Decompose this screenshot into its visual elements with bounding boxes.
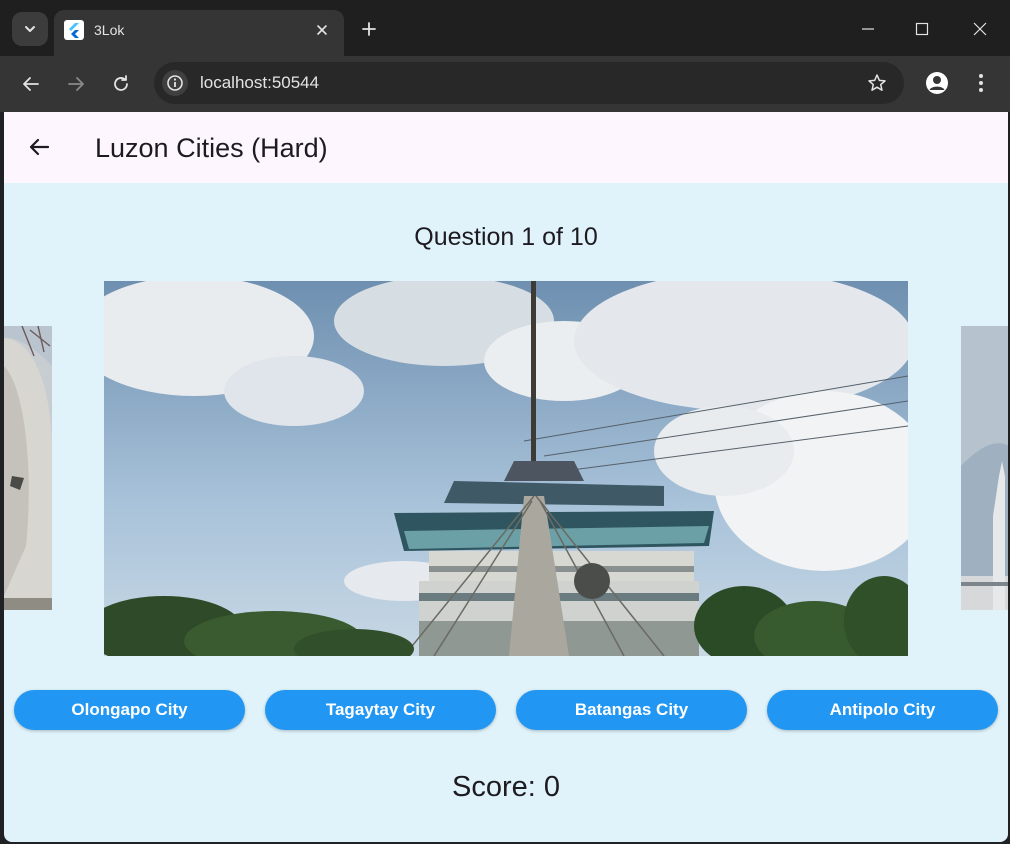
plus-icon: [362, 22, 376, 36]
browser-menu-button[interactable]: [966, 67, 996, 99]
question-image: [104, 281, 908, 656]
minimize-button[interactable]: [851, 12, 885, 46]
account-icon: [926, 72, 948, 94]
tab-title: 3Lok: [94, 22, 125, 38]
answer-button-tagaytay-city[interactable]: Tagaytay City: [265, 690, 496, 730]
url-text: localhost:50544: [200, 73, 320, 92]
close-icon: [973, 22, 987, 36]
bookmark-button[interactable]: [866, 72, 888, 94]
arrow-left-icon: [23, 77, 39, 91]
more-vert-icon: [979, 74, 983, 92]
arrow-right-icon: [68, 77, 84, 91]
site-info-button[interactable]: [162, 70, 188, 96]
page-title: Luzon Cities (Hard): [95, 133, 328, 163]
chevron-down-icon: [25, 26, 35, 32]
profile-button[interactable]: [921, 67, 953, 99]
answer-button-antipolo-city[interactable]: Antipolo City: [767, 690, 998, 730]
app-bar: Luzon Cities (Hard): [4, 112, 1008, 183]
reload-button[interactable]: [104, 67, 138, 101]
info-icon: [167, 75, 183, 91]
answer-button-batangas-city[interactable]: Batangas City: [516, 690, 747, 730]
minimize-icon: [862, 28, 874, 30]
carousel-previous-image[interactable]: [4, 326, 52, 610]
answer-button-olongapo-city[interactable]: Olongapo City: [14, 690, 245, 730]
forward-button[interactable]: [59, 67, 93, 101]
app-back-button[interactable]: [22, 130, 56, 164]
question-counter: Question 1 of 10: [414, 223, 598, 251]
new-tab-button[interactable]: [354, 14, 384, 44]
browser-toolbar: localhost:50544: [0, 56, 1010, 112]
back-button[interactable]: [14, 67, 48, 101]
address-bar[interactable]: localhost:50544: [154, 62, 904, 104]
carousel-next-image[interactable]: [961, 326, 1008, 610]
maximize-icon: [915, 22, 929, 36]
browser-tab-strip: 3Lok: [0, 0, 1010, 56]
reload-icon: [114, 75, 128, 91]
score-display: Score: 0: [452, 771, 560, 803]
window-close-button[interactable]: [963, 12, 997, 46]
star-icon: [868, 74, 886, 91]
tab-search-button[interactable]: [12, 12, 48, 46]
arrow-left-icon: [29, 138, 50, 156]
answer-options: Olongapo City Tagaytay City Batangas Cit…: [4, 690, 1008, 732]
tab-close-button[interactable]: [310, 18, 334, 42]
close-icon: [317, 25, 327, 35]
flutter-favicon-icon: [64, 20, 84, 40]
browser-tab-active[interactable]: 3Lok: [54, 10, 344, 56]
maximize-button[interactable]: [905, 12, 939, 46]
app-viewport: Luzon Cities (Hard) Question 1 of 10 Olo…: [4, 112, 1008, 842]
